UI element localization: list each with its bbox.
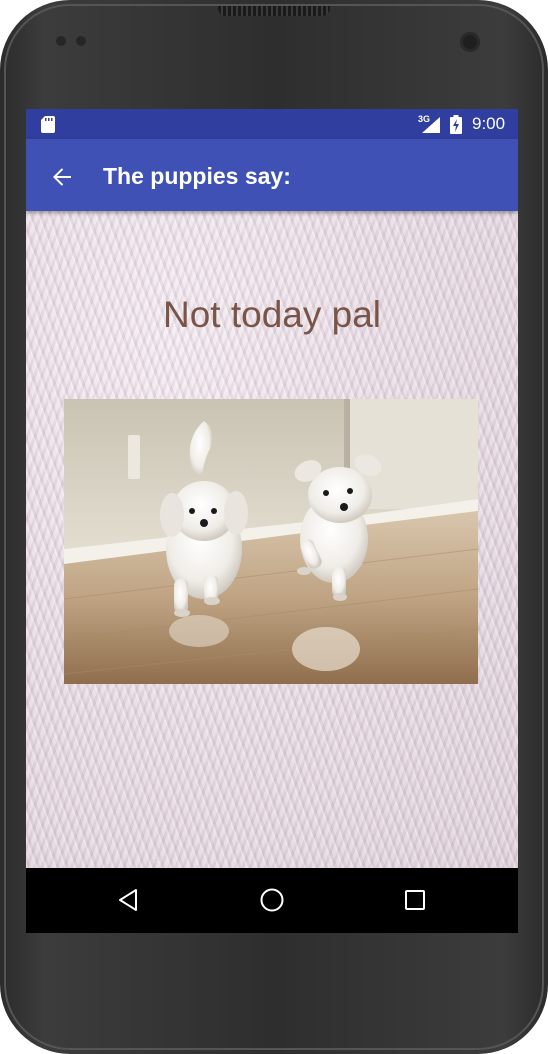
arrow-back-icon <box>53 168 71 186</box>
back-button[interactable] <box>42 157 82 197</box>
sensor-dot <box>76 36 86 46</box>
app-bar: The puppies say: <box>26 139 518 211</box>
navigation-bar <box>26 868 518 933</box>
signal-icon <box>422 117 440 133</box>
screen: 3G 9:00 The puppies say: Not today pal <box>26 109 518 933</box>
nav-home-icon <box>260 888 284 912</box>
two-white-puppies-running-photo <box>64 399 478 684</box>
puppies-photo <box>64 399 478 684</box>
nav-back-icon <box>119 889 137 911</box>
page-title: The puppies say: <box>103 163 291 189</box>
status-clock: 9:00 <box>472 114 506 133</box>
status-bar: 3G 9:00 <box>26 109 518 139</box>
phone-frame: 3G 9:00 The puppies say: Not today pal <box>0 0 548 1054</box>
puppy-message: Not today pal <box>162 294 382 335</box>
sensor-dot <box>56 36 66 46</box>
nav-recents-icon <box>405 890 425 910</box>
nav-recents-button[interactable] <box>395 880 435 920</box>
content-area: Not today pal <box>26 211 518 868</box>
earpiece-speaker <box>218 6 330 16</box>
nav-home-button[interactable] <box>252 880 292 920</box>
battery-icon <box>450 115 462 134</box>
nav-back-button[interactable] <box>108 880 148 920</box>
front-camera <box>460 32 480 52</box>
sd-card-icon <box>41 116 55 133</box>
